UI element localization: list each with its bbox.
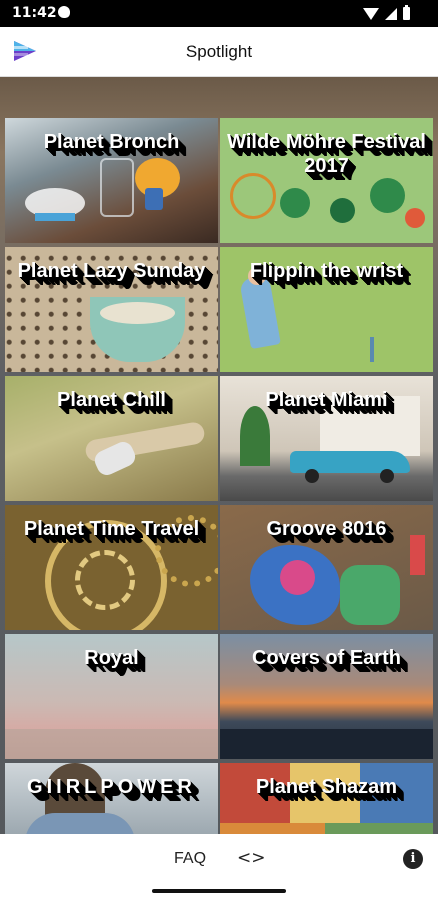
- tile-label: Planet Shazam: [255, 776, 398, 798]
- page-title: Spotlight: [185, 42, 253, 61]
- tile-label: Planet Miami: [265, 389, 388, 411]
- tile-label: Groove 8016: [266, 518, 387, 540]
- wifi-icon: [363, 7, 379, 20]
- bottom-bar: FAQ <> i: [0, 834, 438, 884]
- tile-flippin-the-wrist[interactable]: Flippin the wrist: [220, 247, 433, 372]
- tile-label: Planet Bronch: [43, 131, 180, 153]
- battery-icon: [403, 5, 410, 20]
- tile-label: Flippin the wrist: [249, 260, 404, 282]
- tile-label: Planet Lazy Sunday: [17, 260, 206, 282]
- info-icon[interactable]: i: [403, 849, 423, 869]
- tile-planet-chill[interactable]: Planet Chill: [5, 376, 218, 501]
- tile-wilde-mohre-festival[interactable]: Wilde Möhre Festival 2017: [220, 118, 433, 243]
- tile-covers-of-earth[interactable]: Covers of Earth: [220, 634, 433, 759]
- tile-girlpower[interactable]: GIIRLPOWER: [5, 763, 218, 834]
- status-bar: 11:42: [0, 0, 438, 27]
- code-icon[interactable]: <>: [237, 848, 266, 868]
- tile-planet-lazy-sunday[interactable]: Planet Lazy Sunday: [5, 247, 218, 372]
- home-handle[interactable]: [152, 889, 286, 893]
- notification-icon: [58, 6, 70, 18]
- tile-label: Royal: [84, 647, 139, 669]
- tile-label: Covers of Earth: [252, 647, 401, 669]
- navigation-bar: [0, 884, 438, 900]
- tile-planet-bronch[interactable]: Planet Bronch: [5, 118, 218, 243]
- tile-planet-miami[interactable]: Planet Miami: [220, 376, 433, 501]
- tile-planet-shazam[interactable]: Planet Shazam: [220, 763, 433, 834]
- tile-royal[interactable]: Royal: [5, 634, 218, 759]
- tile-groove-8016[interactable]: Groove 8016: [220, 505, 433, 630]
- status-time: 11:42: [12, 5, 57, 21]
- faq-link[interactable]: FAQ: [174, 850, 206, 868]
- tile-label: GIIRLPOWER: [27, 776, 196, 798]
- spotlight-list[interactable]: Planet Bronch Wilde Möhre Festival 2017 …: [0, 77, 438, 834]
- tile-label: Planet Time Travel: [23, 518, 200, 540]
- tile-label: Wilde Möhre Festival 2017: [227, 131, 426, 177]
- tile-planet-time-travel[interactable]: Planet Time Travel: [5, 505, 218, 630]
- tile-label: Planet Chill: [57, 389, 166, 411]
- status-icons: [363, 5, 410, 20]
- app-bar: Spotlight: [0, 27, 438, 77]
- signal-icon: [385, 7, 397, 20]
